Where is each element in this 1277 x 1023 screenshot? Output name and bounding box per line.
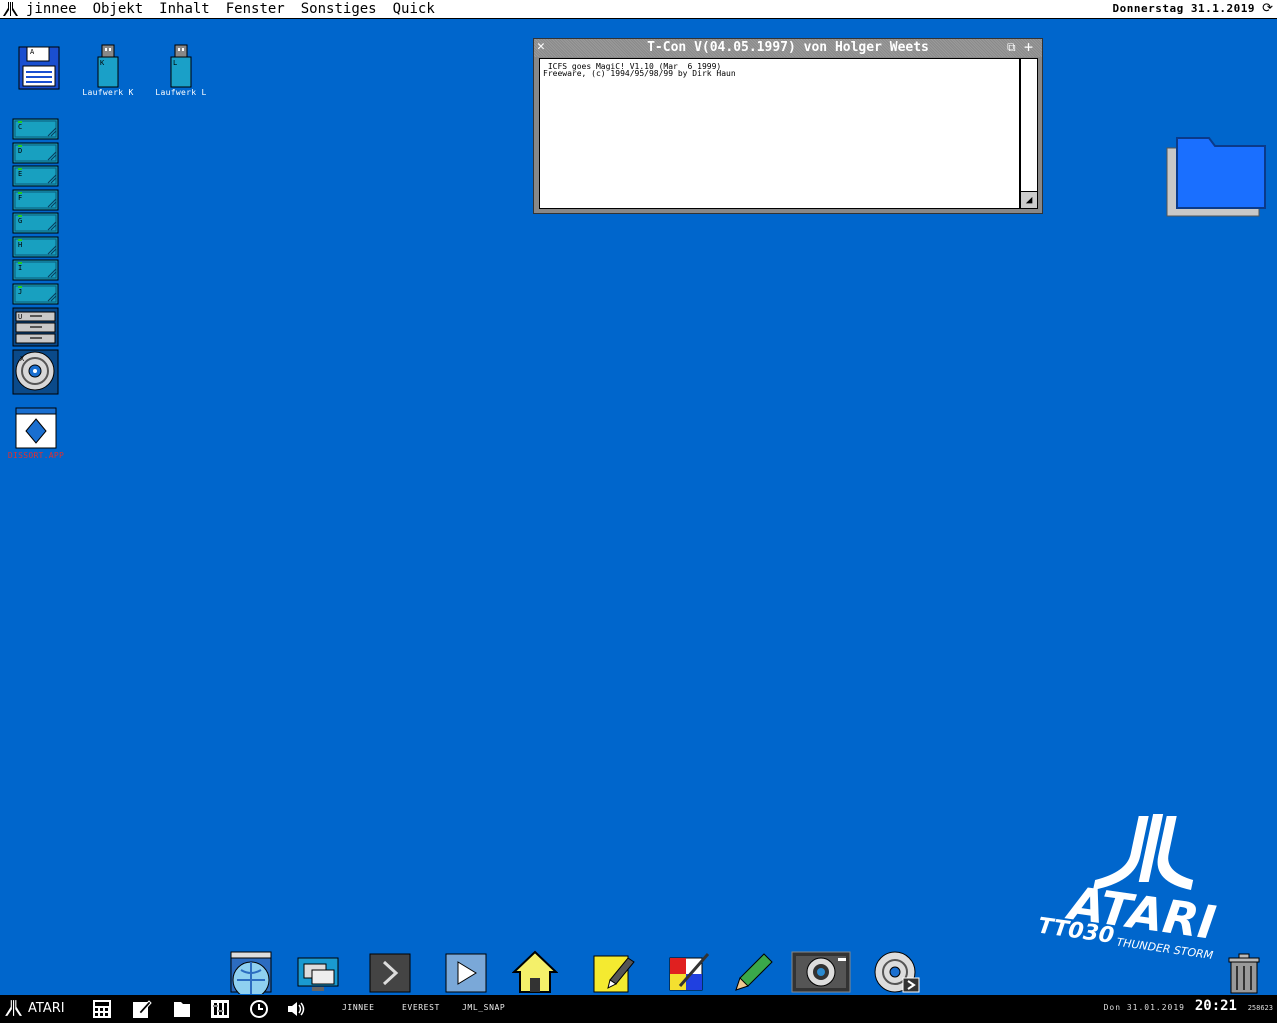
floppy-icon — [18, 46, 60, 90]
cd-drive-x[interactable]: X — [12, 349, 59, 395]
dock-terminal-icon[interactable] — [368, 950, 414, 994]
menu-fenster[interactable]: Fenster — [218, 0, 293, 18]
usb-drive-l[interactable]: L Laufwerk L — [149, 44, 213, 97]
menu-quick[interactable]: Quick — [385, 0, 443, 18]
archive-letter: U — [18, 313, 23, 321]
taskbar-app-everest[interactable]: EVEREST — [402, 1003, 440, 1012]
taskbar-app-jml-snap[interactable]: JML_SNAP — [462, 1003, 505, 1012]
plus-icon[interactable]: + — [1024, 40, 1037, 55]
dissort-app-label: DISSORT.APP — [7, 451, 65, 460]
taskbar-date: Don 31.01.2019 — [1103, 1003, 1185, 1012]
dock-globe-icon[interactable] — [229, 950, 275, 999]
tcon-window: T-Con V(04.05.1997) von Holger Weets ✕ ⧉… — [533, 38, 1043, 214]
dock-home-icon[interactable] — [511, 950, 559, 994]
atari-logo-icon[interactable] — [2, 1, 18, 17]
drive-letter: D — [18, 147, 23, 155]
cd-letter: X — [20, 355, 25, 363]
refresh-icon[interactable]: ⟳ — [1262, 2, 1273, 16]
floppy-drive-a[interactable]: A — [17, 46, 61, 90]
dock-camera-icon[interactable] — [790, 950, 852, 994]
dock-cd-icon[interactable] — [873, 950, 920, 994]
hard-drive-j[interactable]: J — [12, 283, 59, 305]
menu-bar: jinnee Objekt Inhalt Fenster Sonstiges Q… — [0, 0, 1277, 19]
start-button[interactable]: ATARI — [4, 999, 65, 1017]
usb-label-k: Laufwerk K — [82, 88, 134, 97]
usb-letter-l: L — [173, 59, 178, 67]
console-line: Freeware, (c) 1994/95/98/99 by Dirk Haun — [543, 69, 736, 78]
taskbar-clock[interactable]: 20:21 — [1195, 998, 1237, 1014]
dock-notes-icon[interactable] — [590, 950, 636, 994]
folder-icon — [1166, 137, 1266, 217]
folder-icon[interactable] — [172, 999, 192, 1019]
dissort-app-icon[interactable]: DISSORT.APP — [2, 407, 70, 460]
menu-sonstiges[interactable]: Sonstiges — [293, 0, 385, 18]
drive-letter: I — [18, 264, 23, 272]
clock-icon[interactable] — [249, 999, 269, 1019]
editor-icon[interactable] — [132, 999, 152, 1019]
trash-icon[interactable] — [1227, 952, 1261, 994]
start-label: ATARI — [28, 1000, 65, 1016]
usb-drive-k[interactable]: K Laufwerk K — [76, 44, 140, 97]
atari-logo-icon — [5, 1000, 22, 1016]
volume-icon[interactable] — [286, 999, 306, 1019]
taskbar: ATARI JINNEE EVEREST JML_SNAP Don 31.01.… — [0, 995, 1277, 1023]
hard-drive-c[interactable]: C — [12, 118, 59, 140]
window-title[interactable]: T-Con V(04.05.1997) von Holger Weets — [534, 39, 1042, 57]
menubar-date: Donnerstag 31.1.2019 — [1112, 2, 1255, 15]
dock-paint-icon[interactable] — [666, 950, 712, 994]
usb-letter-k: K — [100, 59, 105, 67]
dock-network-icon[interactable] — [296, 950, 342, 994]
hard-drive-f[interactable]: F — [12, 189, 59, 211]
fullscreen-icon[interactable]: ⧉ — [1007, 41, 1020, 54]
application-icon — [15, 407, 57, 449]
hard-drive-e[interactable]: E — [12, 165, 59, 187]
usb-label-l: Laufwerk L — [155, 88, 207, 97]
dock-play-icon[interactable] — [444, 950, 490, 994]
drive-letter: H — [18, 241, 23, 249]
hard-drive-i[interactable]: I — [12, 259, 59, 281]
menu-inhalt[interactable]: Inhalt — [151, 0, 218, 18]
console-output: ICFS goes MagiC! V1.10 (Mar 6 1999) Freew… — [539, 58, 1020, 209]
menu-objekt[interactable]: Objekt — [85, 0, 152, 18]
resize-grip-icon[interactable]: ◢ — [1020, 191, 1038, 209]
floppy-letter: A — [30, 48, 35, 56]
drive-letter: C — [18, 123, 23, 131]
control-panel-icon[interactable] — [210, 999, 230, 1019]
desktop-folder[interactable] — [1165, 134, 1273, 224]
drive-letter: F — [18, 194, 23, 202]
archive-drive-u[interactable]: U — [12, 307, 59, 347]
taskbar-app-jinnee[interactable]: JINNEE — [342, 1003, 375, 1012]
taskbar-memory: 258623 — [1247, 1004, 1273, 1012]
vertical-scrollbar[interactable] — [1020, 58, 1038, 193]
calculator-icon[interactable] — [92, 999, 112, 1019]
close-icon[interactable]: ✕ — [537, 40, 550, 54]
dock-pencil-icon[interactable] — [730, 950, 776, 994]
drive-letter: E — [18, 170, 23, 178]
hard-drive-g[interactable]: G — [12, 212, 59, 234]
drive-letter: J — [18, 288, 23, 296]
hard-drive-h[interactable]: H — [12, 236, 59, 258]
drive-letter: G — [18, 217, 23, 225]
menu-jinnee[interactable]: jinnee — [22, 0, 85, 18]
hard-drive-d[interactable]: D — [12, 142, 59, 164]
